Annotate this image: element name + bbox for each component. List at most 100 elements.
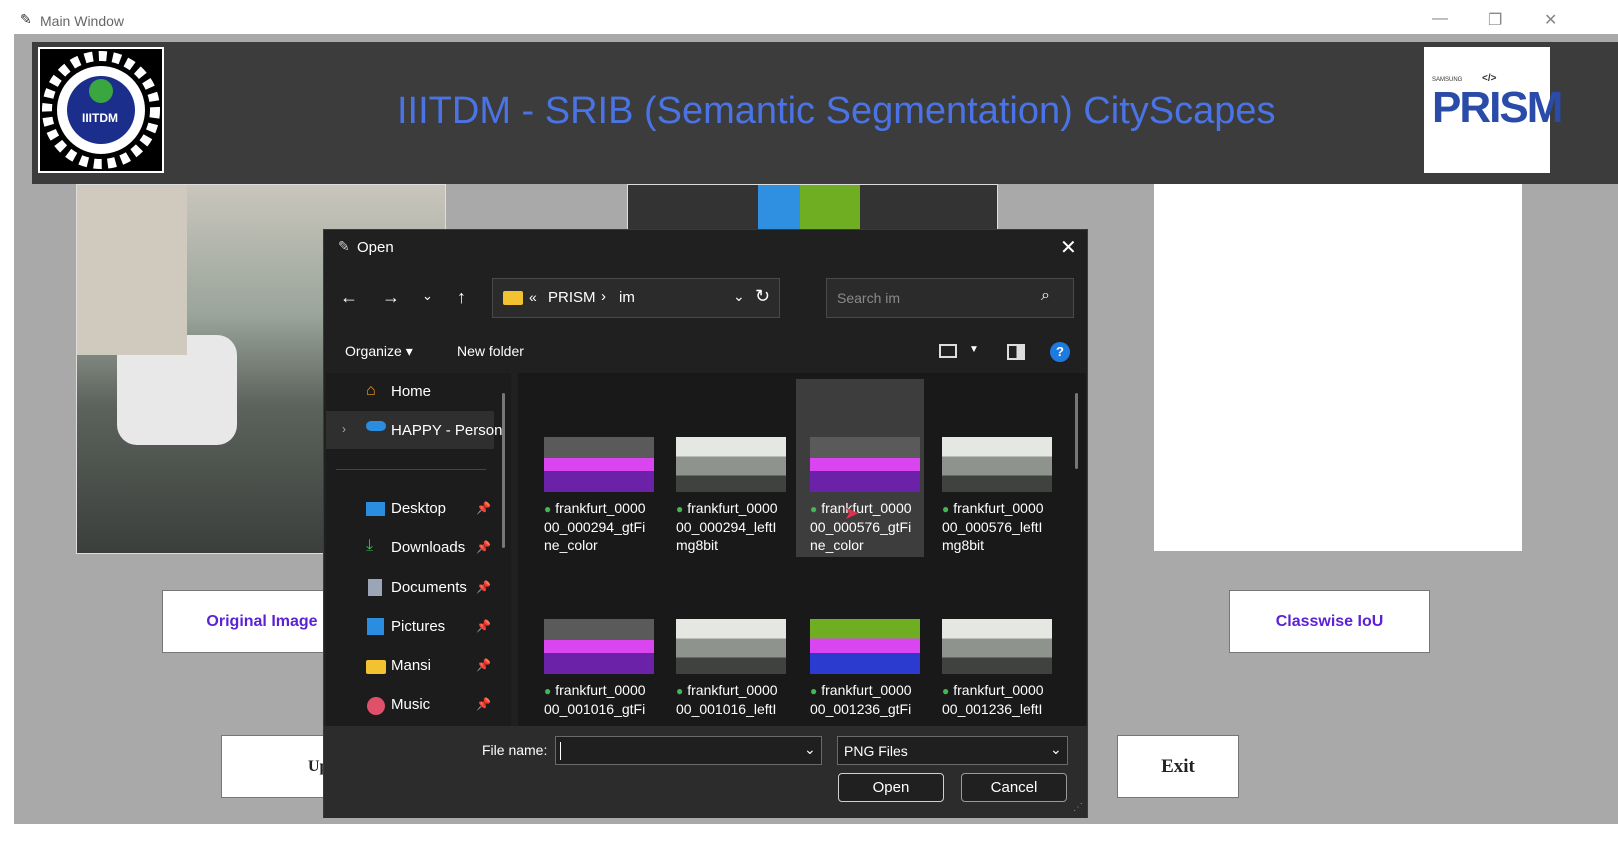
file-name: ● frankfurt_0000 00_001236_gtFi [810, 682, 912, 717]
file-tile[interactable]: ● frankfurt_0000 00_001016_gtFi [530, 561, 658, 726]
dialog-close-icon[interactable]: ✕ [1060, 235, 1077, 260]
nav-item-pictures[interactable]: Pictures [391, 618, 445, 635]
forward-arrow-icon[interactable]: → [382, 287, 400, 308]
file-name: ● fran​kfurt_0000 00_000576_gtFi ne_color [810, 500, 912, 553]
file-name: ● frankfurt_0000 00_000576_leftI mg8bit [942, 500, 1044, 553]
resize-grip-icon[interactable]: ⋰ [1073, 802, 1083, 813]
nav-item-music[interactable]: Music [391, 696, 430, 713]
refresh-icon[interactable]: ↻ [755, 286, 770, 307]
folder-icon [503, 291, 523, 305]
address-bar[interactable]: « PRISM › im ⌄ ↻ [492, 278, 780, 318]
sync-check-icon: ● [544, 684, 552, 698]
file-thumbnail [810, 619, 920, 674]
nav-scrollbar[interactable] [502, 393, 505, 548]
breadcrumb-prism[interactable]: PRISM [548, 289, 596, 306]
file-type-value: PNG Files [844, 743, 908, 759]
app-title: IIITDM - SRIB (Semantic Segmentation) Ci… [397, 90, 1276, 132]
desktop-icon [366, 502, 385, 516]
search-input[interactable]: Search im [837, 290, 900, 306]
file-name-dropdown-icon[interactable]: ⌄ [804, 741, 816, 758]
nav-item-mansi[interactable]: Mansi [391, 657, 431, 674]
search-icon[interactable]: ⌕ [1041, 287, 1050, 305]
sync-check-icon: ● [810, 502, 818, 516]
file-tile[interactable]: ● frankfurt_0000 00_000294_leftI mg8bit [662, 379, 790, 557]
file-name-input[interactable]: ⌄ [555, 736, 822, 765]
documents-icon [368, 579, 382, 596]
file-tile[interactable]: ● frankfurt_0000 00_000576_leftI mg8bit [928, 379, 1056, 557]
file-type-select[interactable]: PNG Files ⌄ [837, 736, 1068, 765]
file-list-scrollbar[interactable] [1075, 393, 1078, 469]
home-icon: ⌂ [366, 382, 376, 399]
sync-check-icon: ● [810, 684, 818, 698]
search-box[interactable]: Search im ⌕ [826, 278, 1074, 318]
address-dropdown-icon[interactable]: ⌄ [733, 288, 745, 305]
dialog-title: Open [357, 239, 394, 256]
pin-icon: 📌 [476, 540, 491, 554]
view-dropdown-icon[interactable]: ▼ [969, 344, 979, 355]
expand-chevron-icon[interactable]: › [342, 422, 346, 436]
file-name-label: File name: [482, 742, 548, 758]
restore-button[interactable]: ❐ [1488, 10, 1502, 30]
file-tile[interactable]: ● frankfurt_0000 00_001236_leftI [928, 561, 1056, 726]
breadcrumb-im[interactable]: im [619, 289, 635, 306]
open-button[interactable]: Open [838, 773, 944, 802]
sync-check-icon: ● [942, 684, 950, 698]
view-options-icon[interactable] [939, 344, 957, 358]
up-arrow-icon[interactable]: ↑ [457, 287, 466, 308]
sync-check-icon: ● [676, 684, 684, 698]
file-tile[interactable]: ● frankfurt_0000 00_001236_gtFi [796, 561, 924, 726]
classwise-iou-button[interactable]: Classwise IoU [1229, 590, 1430, 653]
mouse-cursor-icon: ➤ [844, 503, 860, 523]
file-tile[interactable]: ● frankfurt_0000 00_001016_leftI [662, 561, 790, 726]
sync-check-icon: ● [676, 502, 684, 516]
file-thumbnail [544, 437, 654, 492]
recent-chevron-icon[interactable]: ⌄ [422, 288, 433, 304]
pin-icon: 📌 [476, 619, 491, 633]
minimize-button[interactable]: — [1432, 10, 1448, 28]
feather-icon: ✎ [338, 238, 350, 254]
building-shape [77, 185, 187, 355]
file-tile[interactable]: ● frankfurt_0000 00_000294_gtFi ne_color [530, 379, 658, 557]
file-tile-selected[interactable]: ● fran​kfurt_0000 00_000576_gtFi ne_color ➤ [796, 379, 924, 557]
sync-check-icon: ● [942, 502, 950, 516]
nav-item-desktop[interactable]: Desktop [391, 500, 446, 517]
onedrive-cloud-icon [366, 421, 386, 431]
nav-item-documents[interactable]: Documents [391, 579, 467, 596]
help-icon[interactable]: ? [1050, 342, 1070, 362]
iiitdm-logo: IIITDM [38, 47, 164, 173]
nav-item-home[interactable]: Home [391, 383, 431, 400]
new-folder-button[interactable]: New folder [457, 343, 524, 359]
text-caret [560, 742, 561, 760]
classwise-iou-panel [1154, 184, 1522, 551]
pin-icon: 📌 [476, 501, 491, 515]
dialog-footer: File name: ⌄ PNG Files ⌄ Open Cancel ⋰ [324, 726, 1087, 818]
navigation-pane: › ⌂ Home HAPPY - Person Desktop ⤓ Downlo… [326, 373, 511, 726]
download-icon: ⤓ [366, 537, 374, 554]
feather-icon: ✎ [20, 11, 32, 27]
file-thumbnail [676, 437, 786, 492]
window-title: Main Window [40, 13, 125, 29]
pin-icon: 📌 [476, 658, 491, 672]
pin-icon: 📌 [476, 697, 491, 711]
pictures-icon [367, 618, 384, 635]
file-type-dropdown-icon[interactable]: ⌄ [1050, 741, 1062, 758]
music-icon [367, 697, 385, 715]
nav-item-onedrive[interactable]: HAPPY - Person [391, 422, 502, 439]
file-name: ● frankfurt_0000 00_001016_leftI [676, 682, 778, 717]
close-window-button[interactable]: ✕ [1544, 10, 1557, 30]
file-thumbnail [810, 437, 920, 492]
preview-pane-icon[interactable] [1007, 344, 1025, 360]
file-thumbnail [942, 437, 1052, 492]
gear-emblem-icon [42, 51, 160, 169]
cancel-button[interactable]: Cancel [961, 773, 1067, 802]
folder-icon [366, 660, 386, 674]
organize-menu[interactable]: Organize ▾ [345, 343, 413, 360]
back-arrow-icon[interactable]: ← [340, 287, 358, 308]
file-name: ● frankfurt_0000 00_001016_gtFi [544, 682, 646, 717]
logo-text: IIITDM [82, 111, 118, 125]
open-file-dialog: ✎ Open ✕ ← → ⌄ ↑ « PRISM › im ⌄ ↻ Search… [323, 229, 1088, 818]
prism-logo: SAMSUNG </> PRISM [1424, 47, 1563, 173]
nav-item-downloads[interactable]: Downloads [391, 539, 465, 556]
exit-button[interactable]: Exit [1117, 735, 1239, 798]
breadcrumb-prefix: « [529, 289, 537, 305]
